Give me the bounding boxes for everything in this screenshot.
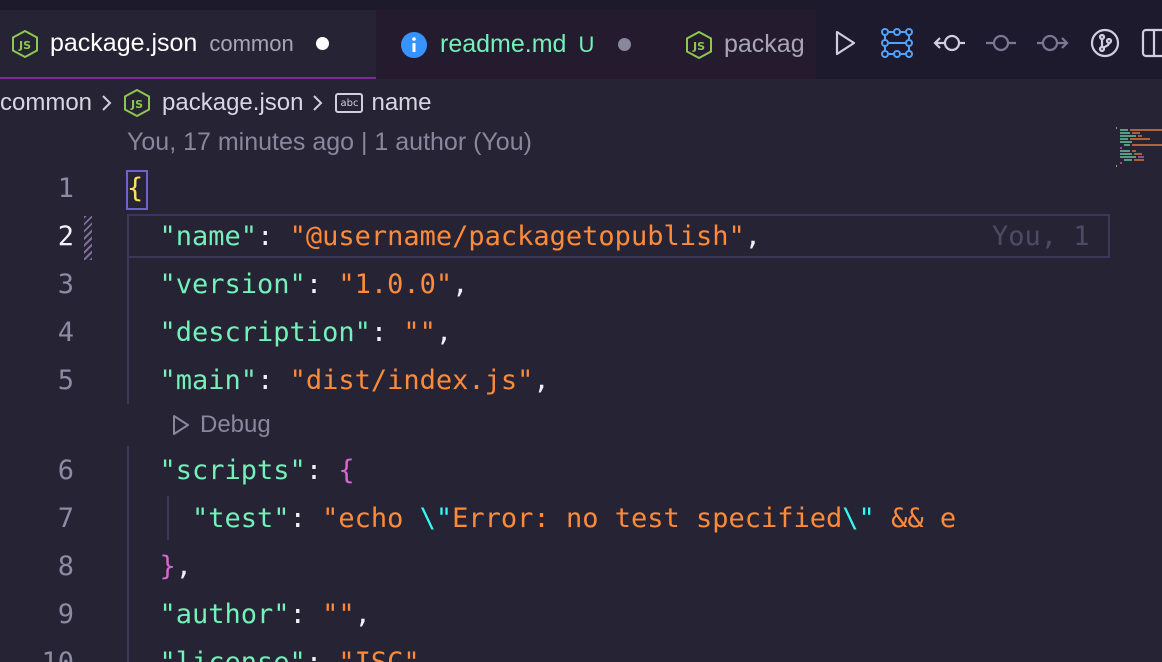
line-number: 1	[57, 173, 74, 204]
codelens-label: Debug	[200, 411, 271, 438]
unsaved-dot-icon[interactable]	[315, 37, 329, 50]
inline-blame[interactable]: You, 1	[992, 214, 1090, 260]
svg-text:JS: JS	[130, 98, 143, 111]
json-value: "1.0.0"	[338, 269, 453, 300]
commit-node-icon[interactable]	[984, 26, 1018, 60]
json-colon: :	[257, 365, 290, 396]
code-line: "main": "dist/index.js",	[127, 358, 550, 404]
tab-label: package.json	[50, 29, 198, 57]
code-line: "name": "@username/packagetopublish",	[127, 214, 761, 260]
code-line: {	[127, 166, 143, 212]
tab-label: packag	[724, 30, 805, 58]
json-value: ""	[403, 317, 436, 348]
tab-label: readme.md	[440, 30, 567, 58]
editor-toolbar	[816, 10, 1162, 79]
json-value: "dist/index.js"	[289, 365, 534, 396]
change-indicator	[84, 216, 92, 260]
json-colon: :	[306, 647, 339, 662]
info-icon	[400, 31, 428, 59]
open-changes-icon[interactable]	[1088, 26, 1122, 60]
json-comma: ,	[354, 599, 371, 630]
code-line: "description": "",	[127, 310, 453, 356]
line-number: 8	[57, 551, 74, 582]
json-colon: :	[257, 221, 290, 252]
json-comma: ,	[533, 365, 550, 396]
line-number: 5	[57, 365, 74, 396]
json-brace: }	[159, 551, 176, 582]
line-number: 3	[57, 269, 74, 300]
line-number: 9	[57, 599, 74, 630]
tab-readme-md[interactable]: readme.md U	[388, 10, 668, 79]
title-strip	[0, 0, 1162, 10]
json-key: "version"	[159, 269, 306, 300]
json-escape: \"	[419, 503, 453, 534]
run-icon	[170, 412, 192, 438]
split-editor-icon[interactable]	[1140, 26, 1162, 60]
line-number: 6	[57, 455, 74, 486]
json-key: "name"	[159, 221, 258, 252]
run-icon[interactable]	[828, 26, 862, 60]
json-value: "echo	[322, 503, 420, 534]
tab-package-json-2[interactable]: JS packag	[674, 10, 816, 79]
editor-content[interactable]: 1 2 3 4 5 6 7 8 9 10 { "name": "@usernam…	[0, 160, 1110, 662]
line-number: 7	[57, 503, 74, 534]
unsaved-dot-icon[interactable]	[618, 38, 632, 51]
untracked-badge: U	[578, 31, 595, 57]
nodejs-icon: JS	[124, 89, 151, 117]
json-colon: :	[305, 455, 339, 486]
chevron-right-icon	[100, 91, 114, 115]
code-line: "license": "ISC"	[127, 640, 420, 662]
json-comma: ,	[435, 317, 453, 348]
json-comma: ,	[452, 269, 469, 300]
nodejs-icon: JS	[686, 30, 712, 59]
json-value: "@username/packagetopublish"	[289, 221, 745, 252]
line-number: 10	[0, 647, 74, 662]
string-symbol-icon: abc	[335, 93, 364, 113]
code-line: "version": "1.0.0",	[127, 262, 469, 308]
json-key: "license"	[160, 647, 306, 662]
json-key: "test"	[192, 503, 290, 534]
blame-header[interactable]: You, 17 minutes ago | 1 author (You)	[127, 128, 532, 157]
json-comma: ,	[175, 551, 193, 582]
svg-text:JS: JS	[692, 40, 705, 53]
json-key: "scripts"	[159, 455, 306, 486]
chevron-right-icon	[311, 91, 325, 115]
json-colon: :	[305, 269, 339, 300]
json-colon: :	[370, 317, 404, 348]
line-number: 2	[57, 221, 74, 252]
debug-codelens[interactable]: Debug	[170, 406, 271, 444]
json-key: "description"	[159, 317, 371, 348]
nodejs-icon: JS	[12, 29, 38, 58]
code-line: "scripts": {	[127, 448, 355, 494]
breadcrumb: common JS package.json abc name	[0, 83, 432, 123]
minimap[interactable]	[1114, 124, 1162, 180]
breadcrumb-item-symbol[interactable]: name	[371, 89, 431, 117]
breadcrumb-item-folder[interactable]: common	[0, 89, 92, 117]
json-escape: \"	[842, 503, 875, 534]
line-number: 4	[57, 317, 74, 348]
code-line: "test": "echo \"Error: no test specified…	[127, 496, 956, 542]
json-brace: {	[338, 455, 355, 486]
tab-description: common	[209, 30, 294, 56]
go-back-change-icon[interactable]	[932, 26, 966, 60]
go-forward-change-icon[interactable]	[1036, 26, 1070, 60]
json-key: "author"	[159, 599, 290, 630]
json-value: && e	[874, 503, 957, 534]
breadcrumb-item-file[interactable]: package.json	[162, 89, 303, 117]
code-line: },	[127, 544, 193, 590]
tab-package-json[interactable]: JS package.json common	[0, 10, 376, 79]
json-key: "main"	[159, 365, 258, 396]
source-control-graph-icon[interactable]	[880, 26, 914, 60]
json-colon: :	[289, 503, 323, 534]
json-value: Error: no test specified	[452, 503, 843, 534]
svg-text:JS: JS	[18, 39, 31, 52]
json-value: ""	[322, 599, 355, 630]
json-comma: ,	[744, 221, 761, 252]
code-line: "author": "",	[127, 592, 371, 638]
json-colon: :	[289, 599, 323, 630]
json-brace: {	[127, 173, 144, 204]
json-value: "ISC"	[338, 647, 419, 662]
